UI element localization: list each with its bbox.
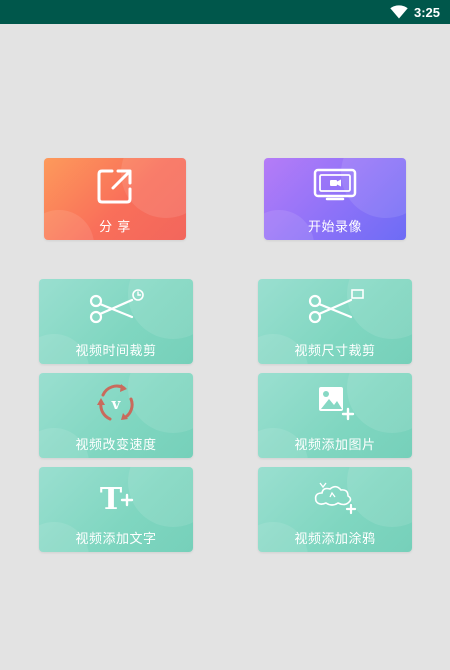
video-add-image-button[interactable]: 视频添加图片 [258,373,412,458]
add-text-icon: T [100,482,134,517]
scissors-frame-icon [308,289,364,324]
add-image-icon [319,387,355,421]
status-time: 3:25 [413,4,440,20]
add-doodle-icon [314,482,357,515]
video-size-crop-button[interactable]: 视频尺寸裁剪 [258,279,412,364]
video-change-speed-button[interactable]: v 视频改变速度 [39,373,193,458]
video-time-trim-label: 视频时间裁剪 [75,344,157,359]
status-bar: 3:25 [0,0,450,24]
video-add-text-button[interactable]: T 视频添加文字 [39,467,193,552]
video-time-trim-button[interactable]: 视频时间裁剪 [39,279,193,364]
video-size-crop-label: 视频尺寸裁剪 [294,344,376,359]
start-record-label: 开始录像 [307,220,362,235]
share-external-icon [97,169,132,204]
svg-text:v: v [111,395,122,413]
speed-cycle-icon: v [97,384,134,421]
scissors-clock-icon [89,289,144,324]
wifi-icon [390,5,408,19]
video-add-doodle-button[interactable]: 视频添加涂鸦 [258,467,412,552]
video-record-icon [313,168,357,201]
start-record-button[interactable]: 开始录像 [264,158,406,240]
video-add-text-label: 视频添加文字 [75,532,157,547]
svg-text:T: T [100,482,123,517]
share-button[interactable]: 分 享 [44,158,186,240]
share-label: 分 享 [99,220,131,235]
video-add-doodle-label: 视频添加涂鸦 [294,532,376,547]
video-add-image-label: 视频添加图片 [294,438,376,453]
video-change-speed-label: 视频改变速度 [75,438,157,453]
